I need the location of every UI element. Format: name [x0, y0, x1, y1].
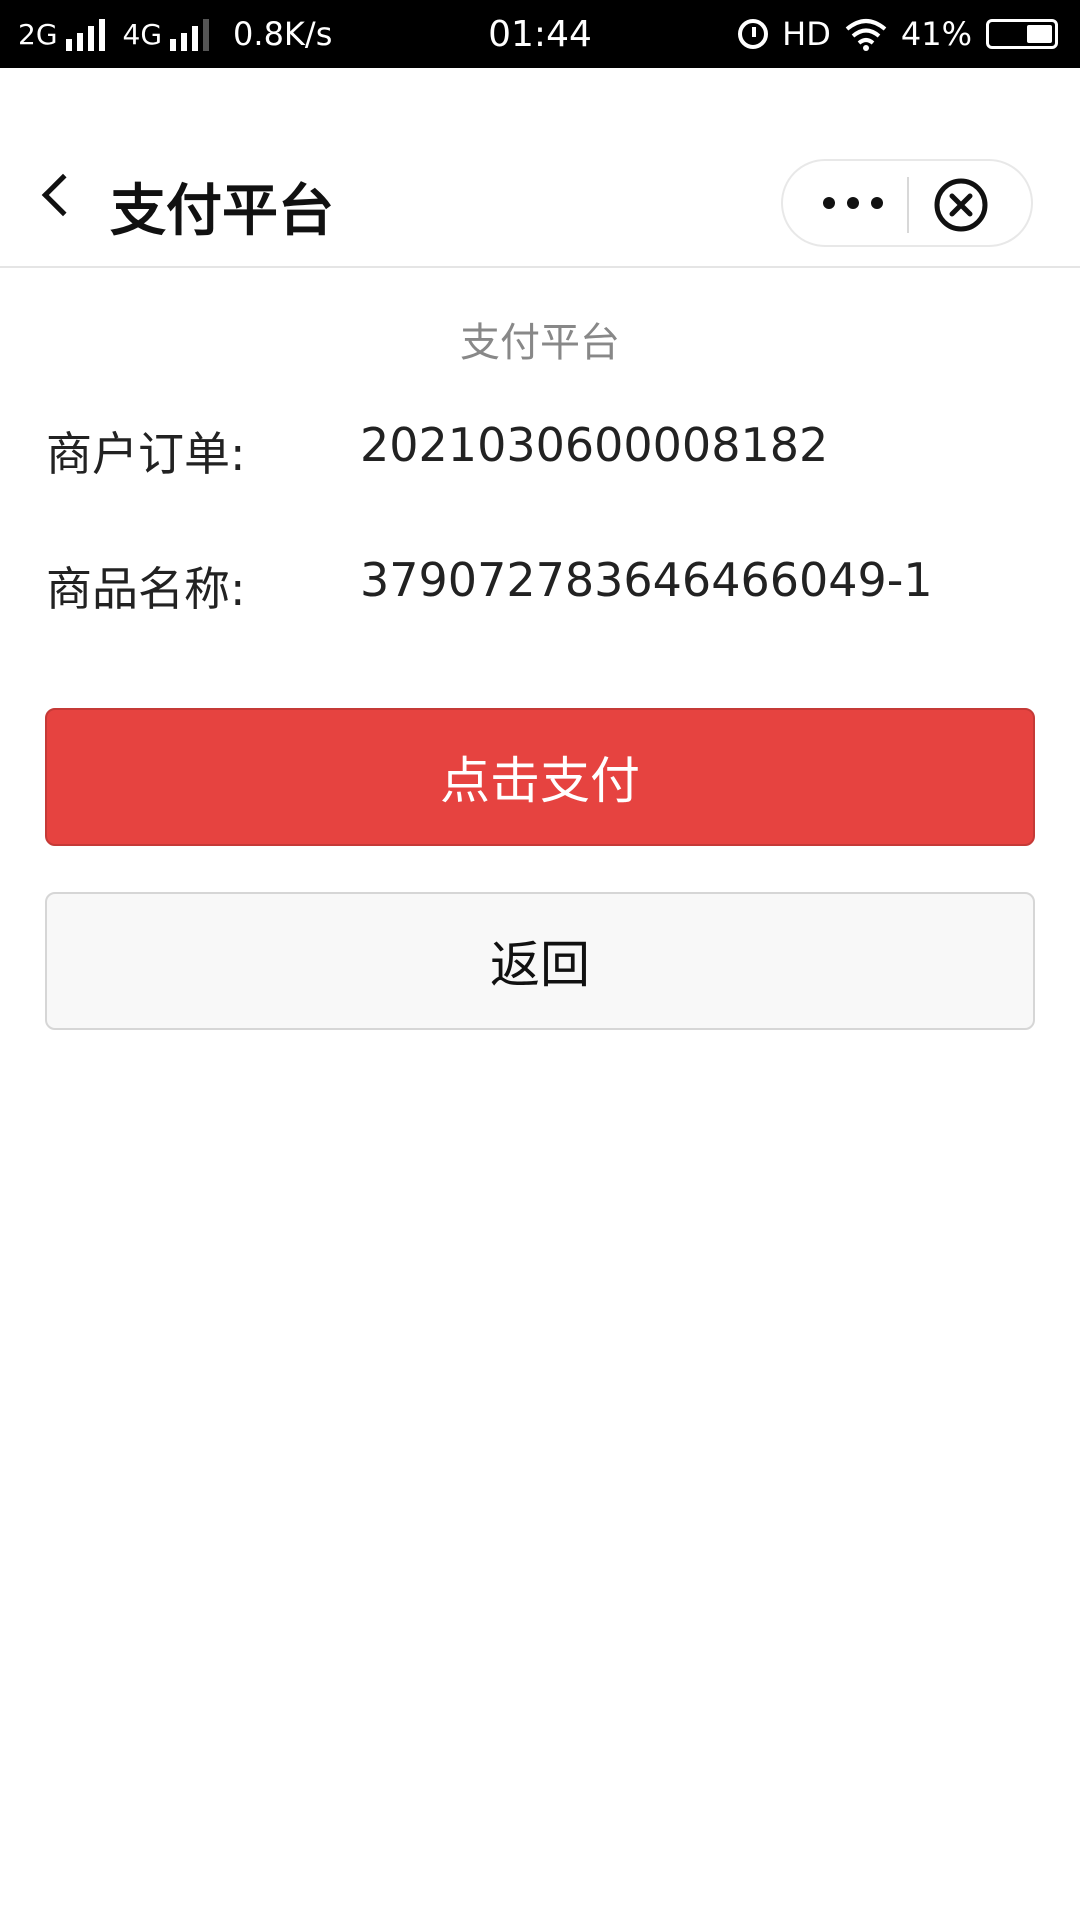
close-icon[interactable]	[933, 177, 989, 233]
goods-value: 379072783646466049-1	[360, 553, 933, 607]
capsule-divider	[907, 177, 909, 233]
goods-row: 商品名称: 379072783646466049-1	[46, 553, 1036, 616]
nav-bar: 支付平台	[0, 68, 1080, 268]
more-icon[interactable]	[823, 191, 883, 215]
page-title: 支付平台	[110, 179, 334, 244]
battery-fill	[1027, 25, 1052, 43]
alarm-icon	[738, 19, 769, 49]
back-button[interactable]: 返回	[45, 892, 1035, 1030]
menu-capsule	[781, 159, 1033, 247]
order-row: 商户订单: 2021030600008182	[46, 418, 1036, 481]
back-arrow-icon[interactable]	[41, 173, 85, 217]
battery-icon	[986, 19, 1058, 49]
pay-button[interactable]: 点击支付	[45, 708, 1035, 846]
status-bar: 2G 4G 0.8K/s 01:44 HD 41%	[0, 0, 1080, 68]
goods-label: 商品名称:	[46, 562, 246, 616]
order-value: 2021030600008182	[360, 418, 829, 472]
wifi-icon	[845, 17, 887, 51]
battery-percent: 41%	[900, 15, 972, 53]
page-subtitle: 支付平台	[460, 320, 620, 366]
hd-label: HD	[782, 15, 831, 53]
status-right: HD 41%	[738, 0, 1058, 68]
order-label: 商户订单:	[46, 427, 246, 481]
